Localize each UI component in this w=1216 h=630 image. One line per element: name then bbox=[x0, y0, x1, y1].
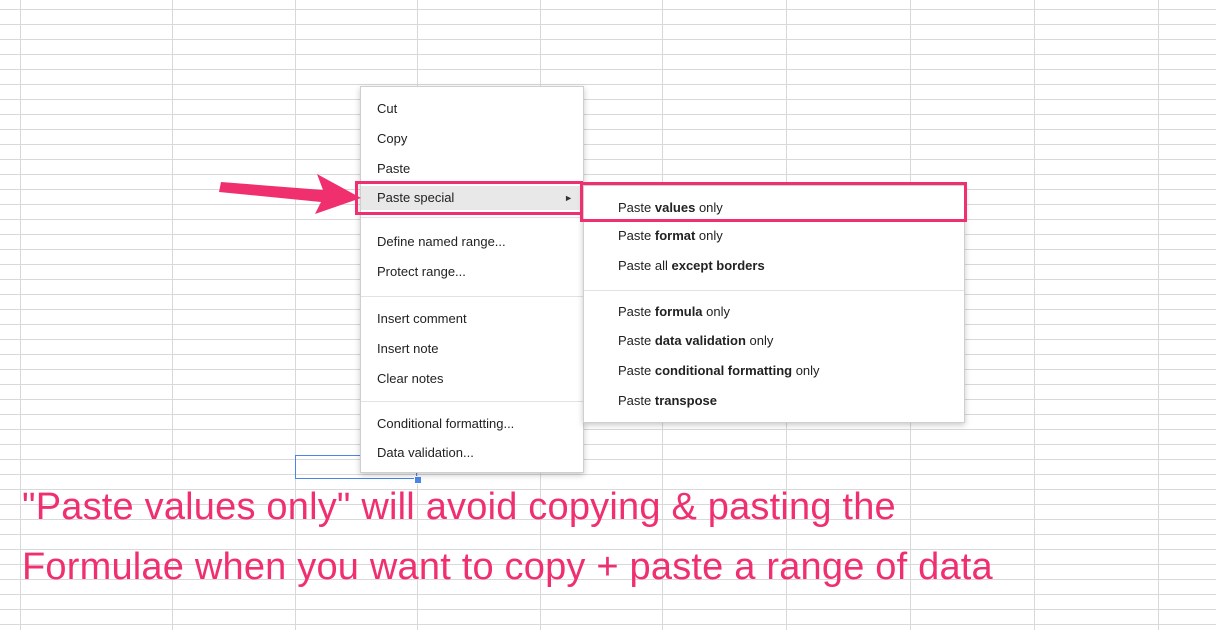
menu-item-paste[interactable]: Paste bbox=[361, 157, 583, 181]
annotation-caption-line-2: Formulae when you want to copy + paste a… bbox=[22, 546, 993, 588]
menu-item-label: Copy bbox=[377, 131, 408, 146]
fill-handle[interactable] bbox=[414, 476, 422, 484]
item-text: only bbox=[702, 304, 730, 319]
grid-column-line bbox=[1034, 0, 1035, 630]
submenu-item-paste-data-validation-only[interactable]: Paste data validation only bbox=[584, 329, 964, 353]
menu-item-cut[interactable]: Cut bbox=[361, 97, 583, 121]
submenu-item-paste-all-except-borders[interactable]: Paste all except borders bbox=[584, 254, 964, 278]
item-text: Paste bbox=[618, 363, 655, 378]
item-text-bold: data validation bbox=[654, 333, 746, 348]
grid-column-line bbox=[295, 0, 296, 630]
submenu-item-paste-format-only[interactable]: Paste format only bbox=[584, 224, 964, 248]
submenu-arrow-icon: ► bbox=[564, 193, 573, 203]
context-menu: Cut Copy Paste Paste special ► Define na… bbox=[360, 86, 584, 473]
item-text-bold: formula bbox=[654, 304, 703, 319]
menu-item-conditional-formatting[interactable]: Conditional formatting... bbox=[361, 412, 583, 436]
annotation-arrow-icon bbox=[219, 174, 361, 214]
menu-item-paste-special[interactable]: Paste special ► bbox=[361, 186, 583, 210]
menu-separator bbox=[361, 217, 583, 218]
submenu-item-paste-formula-only[interactable]: Paste formula only bbox=[584, 300, 964, 324]
item-text: Paste bbox=[618, 333, 655, 348]
menu-item-copy[interactable]: Copy bbox=[361, 127, 583, 151]
item-text: Paste bbox=[618, 304, 655, 319]
paste-special-submenu: Paste values only Paste format only Past… bbox=[583, 185, 965, 423]
menu-item-label: Data validation... bbox=[377, 445, 474, 460]
menu-item-label: Paste bbox=[377, 161, 411, 176]
item-text-bold: transpose bbox=[654, 393, 717, 408]
menu-item-data-validation[interactable]: Data validation... bbox=[361, 441, 583, 465]
submenu-item-paste-values-only[interactable]: Paste values only bbox=[584, 196, 964, 220]
submenu-item-paste-conditional-formatting-only[interactable]: Paste conditional formatting only bbox=[584, 359, 964, 383]
annotation-caption-line-1: "Paste values only" will avoid copying &… bbox=[22, 486, 896, 528]
menu-separator bbox=[361, 296, 583, 297]
grid-column-line bbox=[20, 0, 21, 630]
menu-item-label: Define named range... bbox=[377, 234, 506, 249]
grid-column-line bbox=[172, 0, 173, 630]
item-text: Paste bbox=[618, 228, 655, 243]
item-text: only bbox=[745, 333, 774, 348]
menu-item-label: Protect range... bbox=[377, 264, 466, 279]
item-text-bold: format bbox=[654, 228, 696, 243]
item-text: only bbox=[695, 228, 723, 243]
menu-item-label: Conditional formatting... bbox=[377, 416, 515, 431]
menu-item-protect-range[interactable]: Protect range... bbox=[361, 260, 583, 284]
item-text-bold: except borders bbox=[671, 258, 765, 273]
menu-item-clear-notes[interactable]: Clear notes bbox=[361, 367, 583, 391]
item-text: Paste bbox=[618, 393, 655, 408]
item-text-bold: conditional formatting bbox=[654, 363, 793, 378]
item-text-bold: values bbox=[654, 200, 696, 215]
submenu-item-paste-transpose[interactable]: Paste transpose bbox=[584, 389, 964, 413]
menu-item-label: Cut bbox=[377, 101, 398, 116]
menu-separator bbox=[361, 401, 583, 402]
item-text: only bbox=[695, 200, 723, 215]
item-text: only bbox=[792, 363, 820, 378]
item-text: Paste all bbox=[618, 258, 672, 273]
menu-item-label: Clear notes bbox=[377, 371, 444, 386]
menu-item-label: Insert note bbox=[377, 341, 439, 356]
item-text: Paste bbox=[618, 200, 655, 215]
menu-item-label: Paste special bbox=[377, 190, 455, 205]
menu-item-define-named-range[interactable]: Define named range... bbox=[361, 230, 583, 254]
menu-item-insert-note[interactable]: Insert note bbox=[361, 337, 583, 361]
menu-item-insert-comment[interactable]: Insert comment bbox=[361, 307, 583, 331]
grid-column-line bbox=[1158, 0, 1159, 630]
menu-item-label: Insert comment bbox=[377, 311, 467, 326]
menu-separator bbox=[584, 290, 964, 291]
